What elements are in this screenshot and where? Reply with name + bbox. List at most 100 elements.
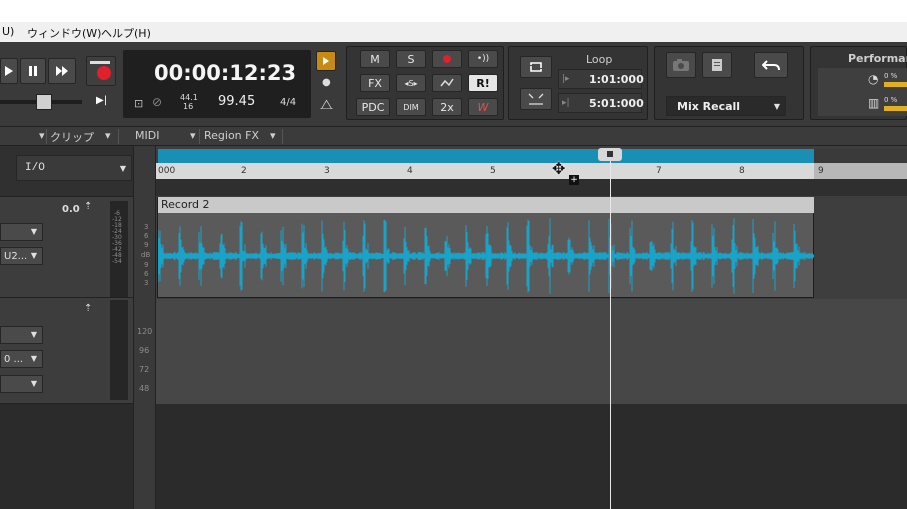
time-readout[interactable]: 00:00:12:23 (154, 61, 296, 85)
automation-icon (440, 78, 454, 87)
stereo-button[interactable]: ◂S▸ (396, 74, 426, 92)
input-echo-button[interactable]: •)) (468, 50, 498, 68)
dim-button[interactable]: DIM (396, 98, 426, 116)
chevron-down-icon: ▼ (30, 379, 37, 388)
midi-menu-arrow[interactable]: ▾ (190, 129, 196, 142)
add-cursor-icon: + (569, 175, 579, 185)
performance-title: Performance (848, 52, 907, 65)
fit-icon (528, 93, 544, 105)
time-display: 00:00:12:23 ⊡ ⊘ 44.1 16 99.45 4/4 (123, 50, 311, 118)
clip-header[interactable] (158, 197, 814, 213)
time-signature[interactable]: 4/4 (280, 97, 296, 108)
clip-menu[interactable]: クリップ (50, 129, 94, 145)
loop-end-icon: ▸| (562, 98, 570, 108)
scale-label: 48 (139, 384, 150, 393)
pdc-button[interactable]: PDC (356, 98, 390, 116)
track-menu-arrow[interactable]: ▾ (39, 129, 45, 142)
scale-label: 3 (144, 279, 149, 287)
chevron-down-icon: ▼ (773, 102, 780, 111)
play-icon (5, 66, 13, 76)
separator (282, 129, 283, 144)
read-button[interactable]: R! (468, 74, 498, 92)
solo-button[interactable]: S (396, 50, 426, 68)
scale-label: dB (141, 251, 151, 259)
disk-icon: ▥ (868, 96, 880, 110)
scale-label: 6 (144, 270, 149, 278)
loop-end-field[interactable]: ▸| 5:01:000 (558, 93, 644, 113)
double-speed-button[interactable]: 2x (432, 98, 462, 116)
mix-recall-dropdown[interactable]: Mix Recall ▼ (666, 96, 786, 116)
menu-item-help[interactable]: ヘルプ(H) (101, 25, 151, 41)
cpu-icon: ◔ (868, 72, 879, 86)
record-button[interactable] (86, 56, 116, 86)
snapshot-button[interactable] (666, 52, 696, 78)
ruler-label: 000 (158, 166, 176, 176)
loop-start-field[interactable]: |▸ 1:01:000 (558, 69, 644, 89)
chevron-down-icon: ▼ (30, 251, 37, 260)
document-icon (712, 59, 722, 71)
clip-menu-arrow[interactable]: ▾ (105, 129, 111, 142)
io-dropdown[interactable]: I/O ▼ (16, 155, 132, 181)
ruler-label: 8 (739, 166, 745, 176)
scale-label: 120 (137, 327, 153, 336)
expand-icon[interactable]: ⇡ (84, 303, 92, 314)
track-volume[interactable]: 0.0 (62, 204, 80, 215)
time-ruler-ext[interactable]: 9 (814, 163, 907, 179)
metronome-tempo-icon[interactable]: ⧍ (320, 97, 333, 113)
automation-read-button[interactable] (432, 74, 462, 92)
ruler-label: 3 (324, 166, 330, 176)
scale-label: 96 (139, 346, 150, 355)
ruler-label: 4 (407, 166, 413, 176)
scale-label: 6 (144, 232, 149, 240)
track-input-dropdown[interactable]: ▼ (0, 223, 43, 241)
expand-icon[interactable]: ⇡ (84, 201, 92, 212)
separator (46, 129, 47, 144)
fast-forward-button[interactable] (48, 58, 76, 84)
sample-rate-bottom: 16 (183, 102, 194, 111)
playhead-handle[interactable] (598, 148, 622, 161)
region-fx-menu-arrow[interactable]: ▾ (270, 129, 276, 142)
loop-toggle-button[interactable] (520, 56, 552, 78)
mode-button[interactable] (316, 51, 336, 71)
tempo-readout[interactable]: 99.45 (218, 94, 255, 109)
time-ruler[interactable]: 000 2 3 4 5 7 8 (156, 163, 907, 179)
track2-extra-dropdown[interactable]: ▼ (0, 375, 43, 393)
document-button[interactable] (702, 52, 732, 78)
position-slider-thumb[interactable] (36, 94, 52, 110)
menu-item-window[interactable]: ウィンドウ(W) (27, 25, 101, 41)
go-to-end-icon[interactable]: ▶| (96, 95, 107, 106)
menu-item-partial[interactable]: U) (2, 25, 14, 38)
daw-window: U) ウィンドウ(W) ヘルプ(H) ▶| 00:00:12:23 ⊡ ⊘ 44… (0, 0, 907, 509)
track2-input-dropdown[interactable]: ▼ (0, 326, 43, 344)
track2-output-dropdown[interactable]: 0 ... ▼ (0, 350, 43, 368)
track2-output-label: 0 ... (4, 353, 24, 365)
fx-button[interactable]: FX (360, 74, 390, 92)
record-icon (90, 61, 111, 80)
track-toolbar: ▾ クリップ ▾ MIDI ▾ Region FX ▾ (0, 126, 907, 146)
snap-off-icon[interactable]: ⊘ (152, 95, 162, 109)
mix-recall-label: Mix Recall (677, 100, 741, 113)
track-output-dropdown[interactable]: U2... ▼ (0, 247, 43, 265)
title-bar (0, 0, 907, 22)
pause-button[interactable] (20, 58, 46, 84)
scale-label: 72 (139, 365, 150, 374)
metronome-icon[interactable]: ⊡ (134, 97, 143, 110)
play-button[interactable] (0, 58, 18, 84)
vertical-scale: 3 6 9 dB 9 6 3 120 96 72 48 (133, 146, 156, 509)
record-arm-button[interactable] (432, 50, 462, 68)
midi-menu[interactable]: MIDI (135, 129, 159, 142)
play-small-icon (323, 57, 329, 65)
loop-fit-button[interactable] (520, 88, 552, 110)
empty-track-area-bottom (156, 404, 907, 509)
chevron-down-icon: ▼ (30, 330, 37, 339)
loop-region-bar[interactable] (158, 149, 814, 163)
dot-icon[interactable]: ● (322, 77, 331, 88)
separator (118, 129, 119, 144)
playhead-line[interactable] (610, 152, 611, 509)
scale-label: 9 (144, 241, 149, 249)
region-fx-menu[interactable]: Region FX (204, 129, 259, 142)
write-button[interactable]: W (468, 98, 498, 116)
mute-button[interactable]: M (360, 50, 390, 68)
undo-button[interactable] (754, 52, 788, 78)
meter-label: -54 (112, 258, 122, 265)
